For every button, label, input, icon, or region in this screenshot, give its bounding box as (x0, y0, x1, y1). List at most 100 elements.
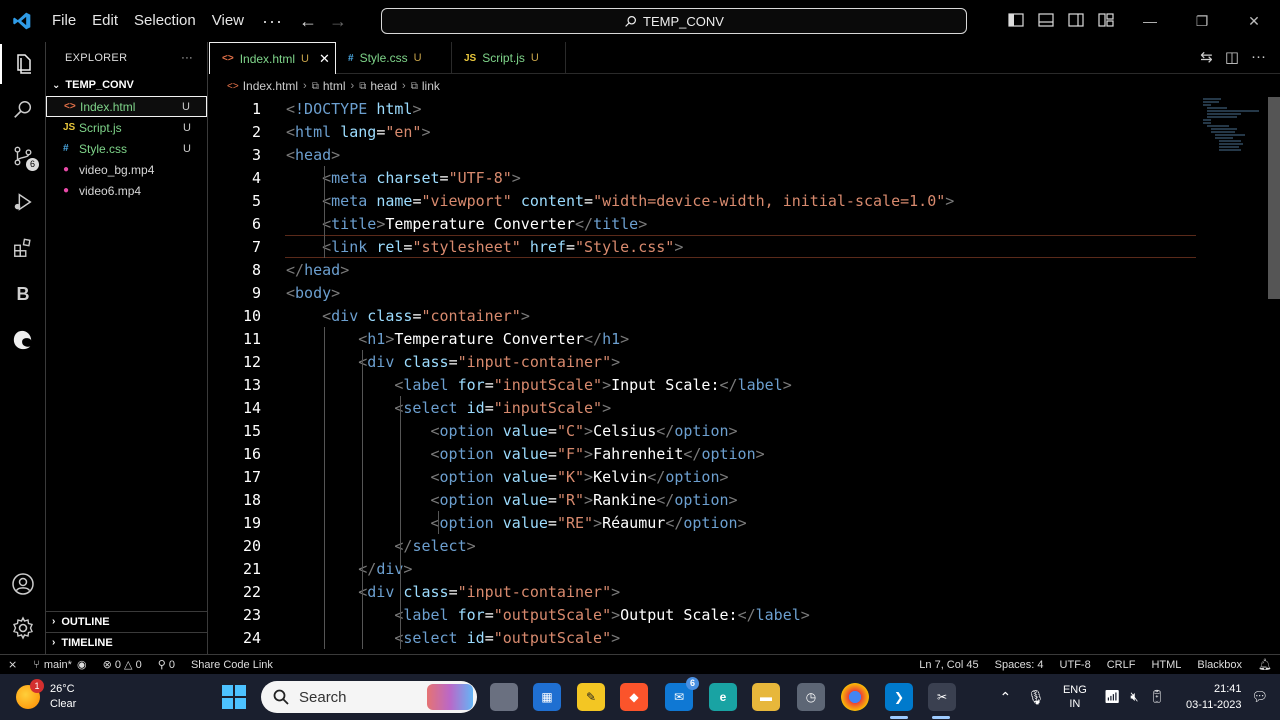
code-editor[interactable]: 1 <!DOCTYPE html> 2 <html lang="en"> 3 <head>… (209, 97, 1280, 653)
code-line[interactable]: 18 <option value="R">Rankine</option> (209, 488, 1209, 511)
breadcrumb-item[interactable]: ⧉ link (411, 79, 440, 93)
minimize-icon[interactable]: — (1124, 0, 1176, 42)
clock-app-icon[interactable]: ◷ (797, 683, 825, 711)
source-control-icon[interactable]: 6 (0, 136, 46, 176)
code-line[interactable]: 1 <!DOCTYPE html> (209, 97, 1209, 120)
code-line[interactable]: 21 </div> (209, 557, 1209, 580)
ports-status[interactable]: ⚲ 0 (150, 658, 183, 672)
explorer-icon[interactable] (0, 44, 46, 84)
breadcrumb-item[interactable]: ⧉ head (359, 79, 397, 93)
vscode-taskbar-icon[interactable]: ❯ (885, 683, 913, 711)
code-line[interactable]: 3 <head> (209, 143, 1209, 166)
code-line[interactable]: 5 <meta name="viewport" content="width=d… (209, 189, 1209, 212)
file-item[interactable]: # Style.css U (46, 138, 207, 159)
maximize-icon[interactable]: ❐ (1176, 0, 1228, 42)
extensions-icon[interactable] (0, 228, 46, 268)
editor-scrollbar[interactable] (1268, 97, 1280, 299)
edge-browser-icon[interactable]: e (709, 683, 737, 711)
toggle-secondary-sidebar-icon[interactable] (1066, 10, 1086, 30)
code-line[interactable]: 2 <html lang="en"> (209, 120, 1209, 143)
account-icon[interactable] (0, 564, 46, 604)
language-indicator[interactable]: ENG IN (1063, 683, 1087, 711)
breadcrumb-item[interactable]: ⧉ html (312, 79, 346, 93)
encoding[interactable]: UTF-8 (1052, 659, 1099, 671)
tab-script-js[interactable]: JS Script.js U (452, 42, 566, 74)
close-window-icon[interactable]: ✕ (1228, 0, 1280, 42)
menu-view[interactable]: View (204, 0, 252, 42)
file-item[interactable]: ● video_bg.mp4 (46, 159, 207, 180)
outline-section[interactable]: › OUTLINE (46, 611, 208, 631)
code-line[interactable]: 17 <option value="K">Kelvin</option> (209, 465, 1209, 488)
code-line[interactable]: 6 <title>Temperature Converter</title> (209, 212, 1209, 235)
weather-widget[interactable]: 1 26°C Clear (16, 679, 76, 712)
file-item[interactable]: <> Index.html U (46, 96, 207, 117)
timeline-section[interactable]: › TIMELINE (46, 632, 208, 652)
notification-center-icon[interactable]: 💬︎ (1251, 689, 1268, 705)
toggle-panel-icon[interactable] (1036, 10, 1056, 30)
more-menu-icon[interactable]: ··· (252, 11, 293, 32)
close-tab-icon[interactable]: ✕ (319, 51, 330, 67)
code-line[interactable]: 13 <label for="inputScale">Input Scale:<… (209, 373, 1209, 396)
file-item[interactable]: ● video6.mp4 (46, 180, 207, 201)
toggle-primary-sidebar-icon[interactable] (1006, 10, 1026, 30)
language-mode[interactable]: HTML (1143, 659, 1189, 671)
show-hidden-icons-icon[interactable]: ⌃ (999, 689, 1011, 706)
code-line[interactable]: 19 <option value="RE">Réaumur</option> (209, 511, 1209, 534)
wifi-icon[interactable]: 📶︎ (1104, 689, 1121, 705)
clock[interactable]: 21:41 03-11-2023 (1186, 681, 1241, 713)
file-item[interactable]: JS Script.js U (46, 117, 207, 138)
windows-start-icon[interactable] (222, 685, 246, 709)
blackbox-status[interactable]: Blackbox (1189, 659, 1250, 671)
code-line[interactable]: 8 </head> (209, 258, 1209, 281)
settings-gear-icon[interactable] (0, 608, 46, 648)
volume-muted-icon[interactable]: 🔇︎ (1130, 689, 1138, 705)
mail-icon[interactable]: ✉ 6 (665, 677, 699, 711)
problems-status[interactable]: ⊗ 0 △ 0 (95, 658, 150, 672)
end-of-line[interactable]: CRLF (1099, 659, 1144, 671)
folder-temp-conv[interactable]: ⌄ TEMP_CONV (46, 74, 207, 96)
menu-file[interactable]: File (44, 0, 84, 42)
microphone-icon[interactable]: 🎙︎ (1027, 689, 1045, 706)
taskbar-search[interactable]: Search (261, 681, 477, 713)
code-line[interactable]: 4 <meta charset="UTF-8"> (209, 166, 1209, 189)
task-view-icon[interactable] (490, 683, 518, 711)
code-line[interactable]: 22 <div class="input-container"> (209, 580, 1209, 603)
code-line[interactable]: 16 <option value="F">Fahrenheit</option> (209, 442, 1209, 465)
code-line[interactable]: 24 <select id="outputScale"> (209, 626, 1209, 649)
run-debug-icon[interactable] (0, 182, 46, 222)
indentation[interactable]: Spaces: 4 (987, 659, 1052, 671)
minimap[interactable] (1201, 97, 1261, 157)
share-code-link[interactable]: Share Code Link (183, 659, 281, 671)
blackbox-icon[interactable]: B (0, 274, 46, 314)
code-line[interactable]: 23 <label for="outputScale">Output Scale… (209, 603, 1209, 626)
split-editor-icon[interactable]: ◫ (1225, 48, 1239, 66)
explorer-more-icon[interactable]: ··· (181, 52, 193, 64)
chrome-icon[interactable] (841, 683, 869, 711)
sticky-notes-icon[interactable]: ✎ (577, 683, 605, 711)
back-arrow-icon[interactable]: ← (293, 0, 323, 42)
cursor-position[interactable]: Ln 7, Col 45 (911, 659, 986, 671)
file-explorer-icon[interactable]: ▬ (752, 683, 780, 711)
tab-index-html[interactable]: <> Index.html U ✕ (209, 42, 336, 74)
edge-icon[interactable] (0, 320, 46, 360)
battery-icon[interactable]: 🔋︎ (1149, 689, 1166, 705)
branch-status[interactable]: ⑂ main* ◉ (25, 658, 94, 672)
snipping-tool-icon[interactable]: ✂ (928, 683, 956, 711)
code-line[interactable]: 20 </select> (209, 534, 1209, 557)
code-line[interactable]: 14 <select id="inputScale"> (209, 396, 1209, 419)
notifications-bell-icon[interactable]: 🔔︎ (1250, 658, 1280, 671)
code-line[interactable]: 11 <h1>Temperature Converter</h1> (209, 327, 1209, 350)
menu-selection[interactable]: Selection (126, 0, 204, 42)
code-line[interactable]: 10 <div class="container"> (209, 304, 1209, 327)
search-icon[interactable] (0, 90, 46, 130)
tab-style-css[interactable]: # Style.css U (336, 42, 452, 74)
breadcrumb-item[interactable]: <> Index.html (227, 79, 298, 93)
code-line[interactable]: 9 <body> (209, 281, 1209, 304)
code-line[interactable]: 15 <option value="C">Celsius</option> (209, 419, 1209, 442)
customize-layout-icon[interactable] (1096, 10, 1116, 30)
command-center-search[interactable]: TEMP_CONV (381, 8, 967, 34)
forward-arrow-icon[interactable]: → (323, 0, 353, 42)
code-line[interactable]: 7 <link rel="stylesheet" href="Style.css… (209, 235, 1209, 258)
more-actions-icon[interactable]: ··· (1251, 48, 1266, 66)
store-icon[interactable]: ▦ (533, 683, 561, 711)
